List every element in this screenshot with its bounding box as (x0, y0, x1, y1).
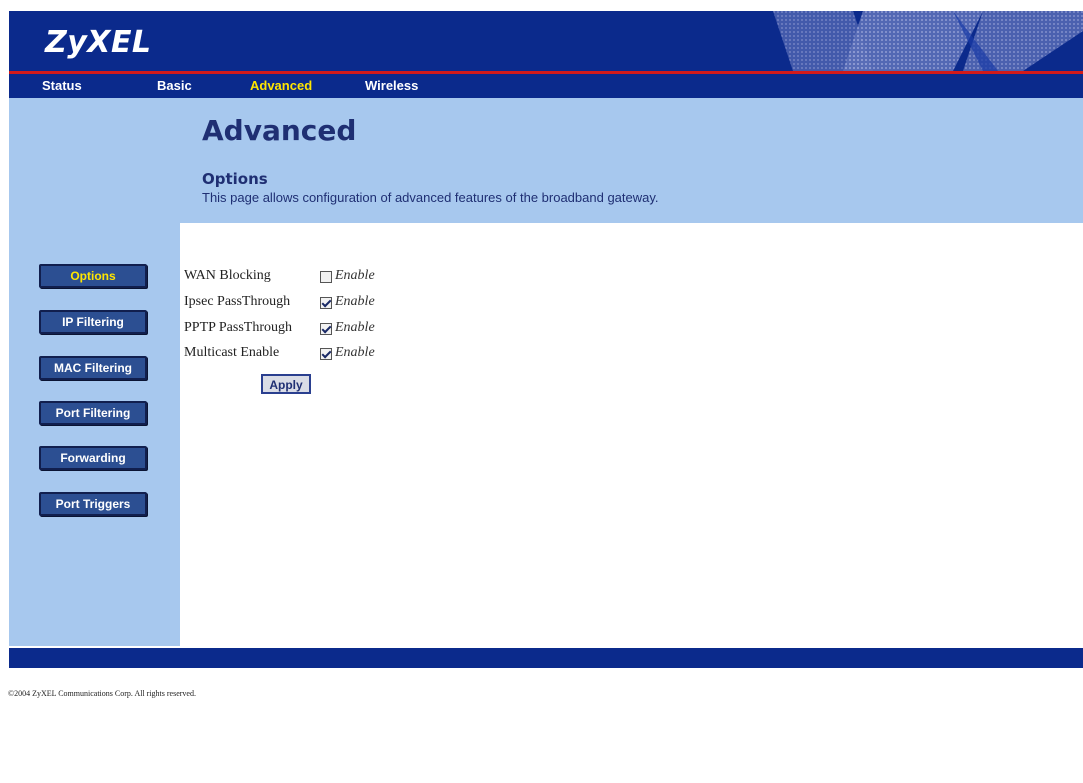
wan-blocking-checkbox[interactable] (320, 271, 332, 283)
footer-bar (9, 648, 1083, 668)
sidebar: Options IP Filtering MAC Filtering Port … (9, 223, 180, 646)
enable-label: Enable (335, 268, 375, 283)
pptp-passthrough-checkbox[interactable] (320, 323, 332, 335)
sidebar-item-port-triggers[interactable]: Port Triggers (39, 492, 147, 516)
copyright-text: ©2004 ZyXEL Communications Corp. All rig… (8, 689, 196, 698)
page-banner: Advanced Options This page allows config… (9, 98, 1083, 223)
enable-label: Enable (335, 294, 375, 309)
main-area: Options IP Filtering MAC Filtering Port … (9, 223, 1083, 646)
page-description: This page allows configuration of advanc… (202, 190, 659, 205)
sidebar-item-mac-filtering[interactable]: MAC Filtering (39, 356, 147, 380)
nav-basic[interactable]: Basic (157, 78, 192, 93)
enable-label: Enable (335, 345, 375, 360)
enable-label: Enable (335, 320, 375, 335)
page-title: Advanced (202, 114, 357, 147)
header-decoration (773, 11, 1083, 71)
header-bar: ZyXEL (9, 11, 1083, 71)
option-label: WAN Blocking (184, 268, 271, 283)
top-nav: Status Basic Advanced Wireless (9, 74, 1083, 98)
zyxel-logo: ZyXEL (45, 25, 152, 60)
nav-advanced[interactable]: Advanced (250, 78, 312, 93)
option-label: Ipsec PassThrough (184, 294, 291, 309)
page-frame: ZyXEL Status Basic Advanced Wireless Adv… (9, 11, 1083, 646)
nav-wireless[interactable]: Wireless (365, 78, 418, 93)
sidebar-item-port-filtering[interactable]: Port Filtering (39, 401, 147, 425)
sidebar-item-ip-filtering[interactable]: IP Filtering (39, 310, 147, 334)
option-label: PPTP PassThrough (184, 320, 293, 335)
sidebar-item-options[interactable]: Options (39, 264, 147, 288)
option-label: Multicast Enable (184, 345, 280, 360)
multicast-enable-checkbox[interactable] (320, 348, 332, 360)
sidebar-item-forwarding[interactable]: Forwarding (39, 446, 147, 470)
options-form: WAN Blocking Enable Ipsec PassThrough En… (180, 223, 1083, 646)
nav-status[interactable]: Status (42, 78, 82, 93)
apply-button[interactable]: Apply (261, 374, 311, 394)
section-subtitle: Options (202, 170, 268, 188)
ipsec-passthrough-checkbox[interactable] (320, 297, 332, 309)
